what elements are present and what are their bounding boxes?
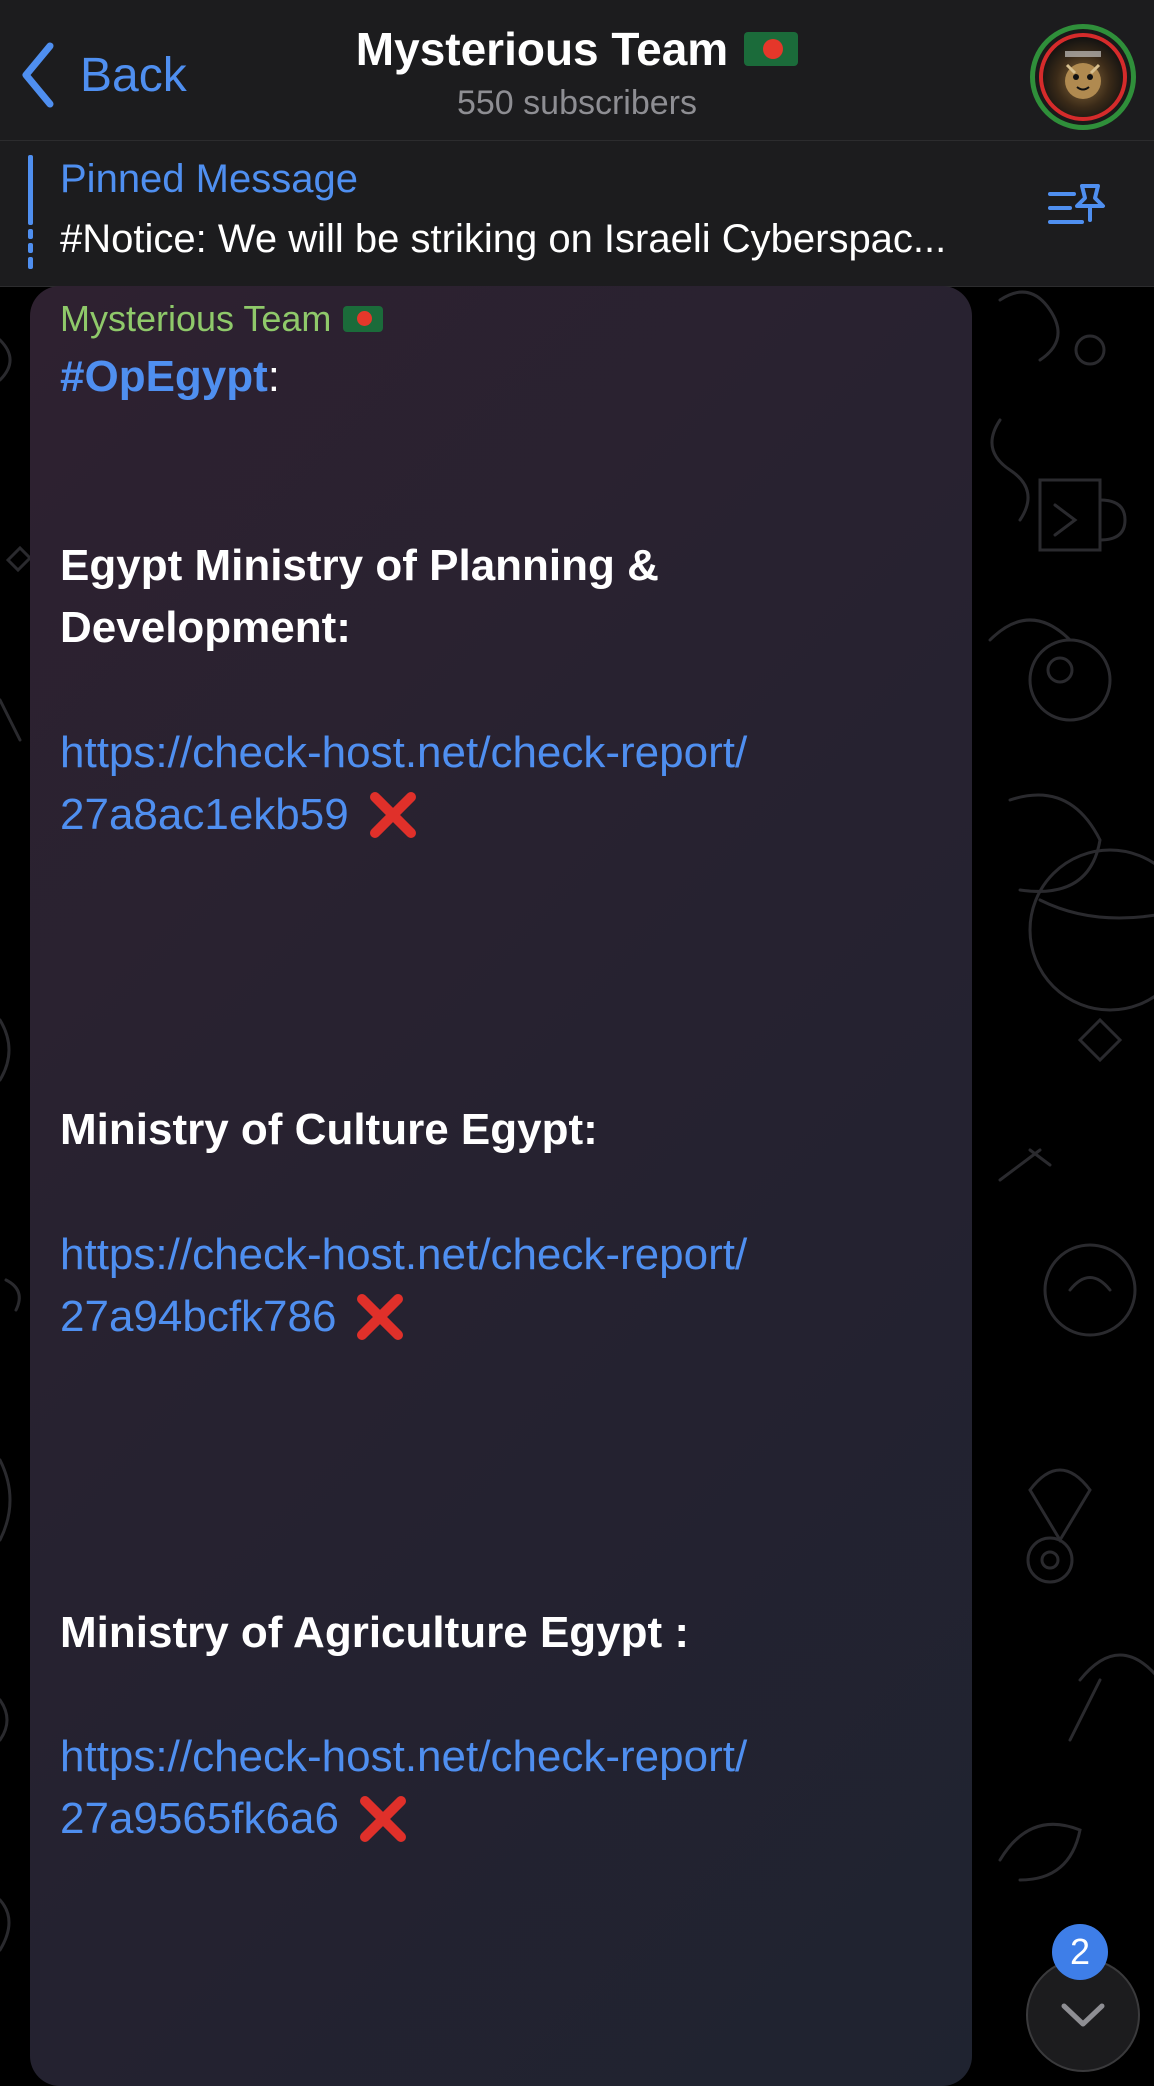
hashtag-line: #OpEgypt:: [60, 352, 280, 404]
channel-title: Mysterious Team: [355, 23, 729, 75]
channel-title-block[interactable]: Mysterious Team 550 subscribers: [240, 18, 914, 123]
link-line-2: 27a9565fk6a6: [60, 1794, 339, 1843]
check-report-link[interactable]: https://check-host.net/check-report/ 27a…: [60, 1726, 940, 1850]
back-label: Back: [80, 48, 187, 102]
target-title: Ministry of Agriculture Egypt :: [60, 1608, 690, 1657]
chevron-left-icon: [22, 42, 54, 108]
message-sender[interactable]: Mysterious Team: [60, 296, 384, 342]
target-title: Ministry of Culture Egypt:: [60, 1105, 598, 1154]
hashtag-colon: :: [267, 352, 281, 401]
bangladesh-flag-icon: [343, 306, 384, 332]
link-line-2: 27a8ac1ekb59: [60, 790, 349, 839]
tiger-emblem-icon: [1039, 33, 1127, 121]
chat-header: Back Mysterious Team 550 subscribers: [0, 0, 1154, 141]
check-report-link[interactable]: https://check-host.net/check-report/ 27a…: [60, 722, 940, 846]
pinned-preview-text: #Notice: We will be striking on Israeli …: [60, 217, 947, 261]
sender-name: Mysterious Team: [60, 298, 332, 339]
bangladesh-flag-icon: [744, 32, 799, 66]
pinned-message-bar[interactable]: Pinned Message #Notice: We will be strik…: [0, 141, 1154, 287]
chevron-down-icon: [1061, 2003, 1105, 2027]
subscriber-count: 550 subscribers: [456, 84, 697, 122]
channel-avatar[interactable]: [1030, 24, 1136, 130]
check-report-link[interactable]: https://check-host.net/check-report/ 27a…: [60, 1224, 940, 1348]
pinned-indicator: [28, 155, 33, 269]
hashtag-link[interactable]: #OpEgypt: [60, 352, 268, 401]
unread-count-badge: 2: [1052, 1924, 1108, 1980]
back-button[interactable]: Back: [18, 40, 187, 110]
link-line-1: https://check-host.net/check-report/: [60, 728, 748, 777]
link-line-1: https://check-host.net/check-report/: [60, 1230, 748, 1279]
link-line-2: 27a94bcfk786: [60, 1292, 337, 1341]
link-line-1: https://check-host.net/check-report/: [60, 1732, 748, 1781]
pinned-title: Pinned Message: [60, 157, 358, 201]
cross-mark-icon: [359, 1796, 406, 1842]
cross-mark-icon: [357, 1294, 404, 1340]
target-title: Egypt Ministry of Planning & Development…: [60, 541, 659, 652]
pinned-list-icon[interactable]: [1046, 180, 1110, 236]
cross-mark-icon: [369, 792, 416, 838]
